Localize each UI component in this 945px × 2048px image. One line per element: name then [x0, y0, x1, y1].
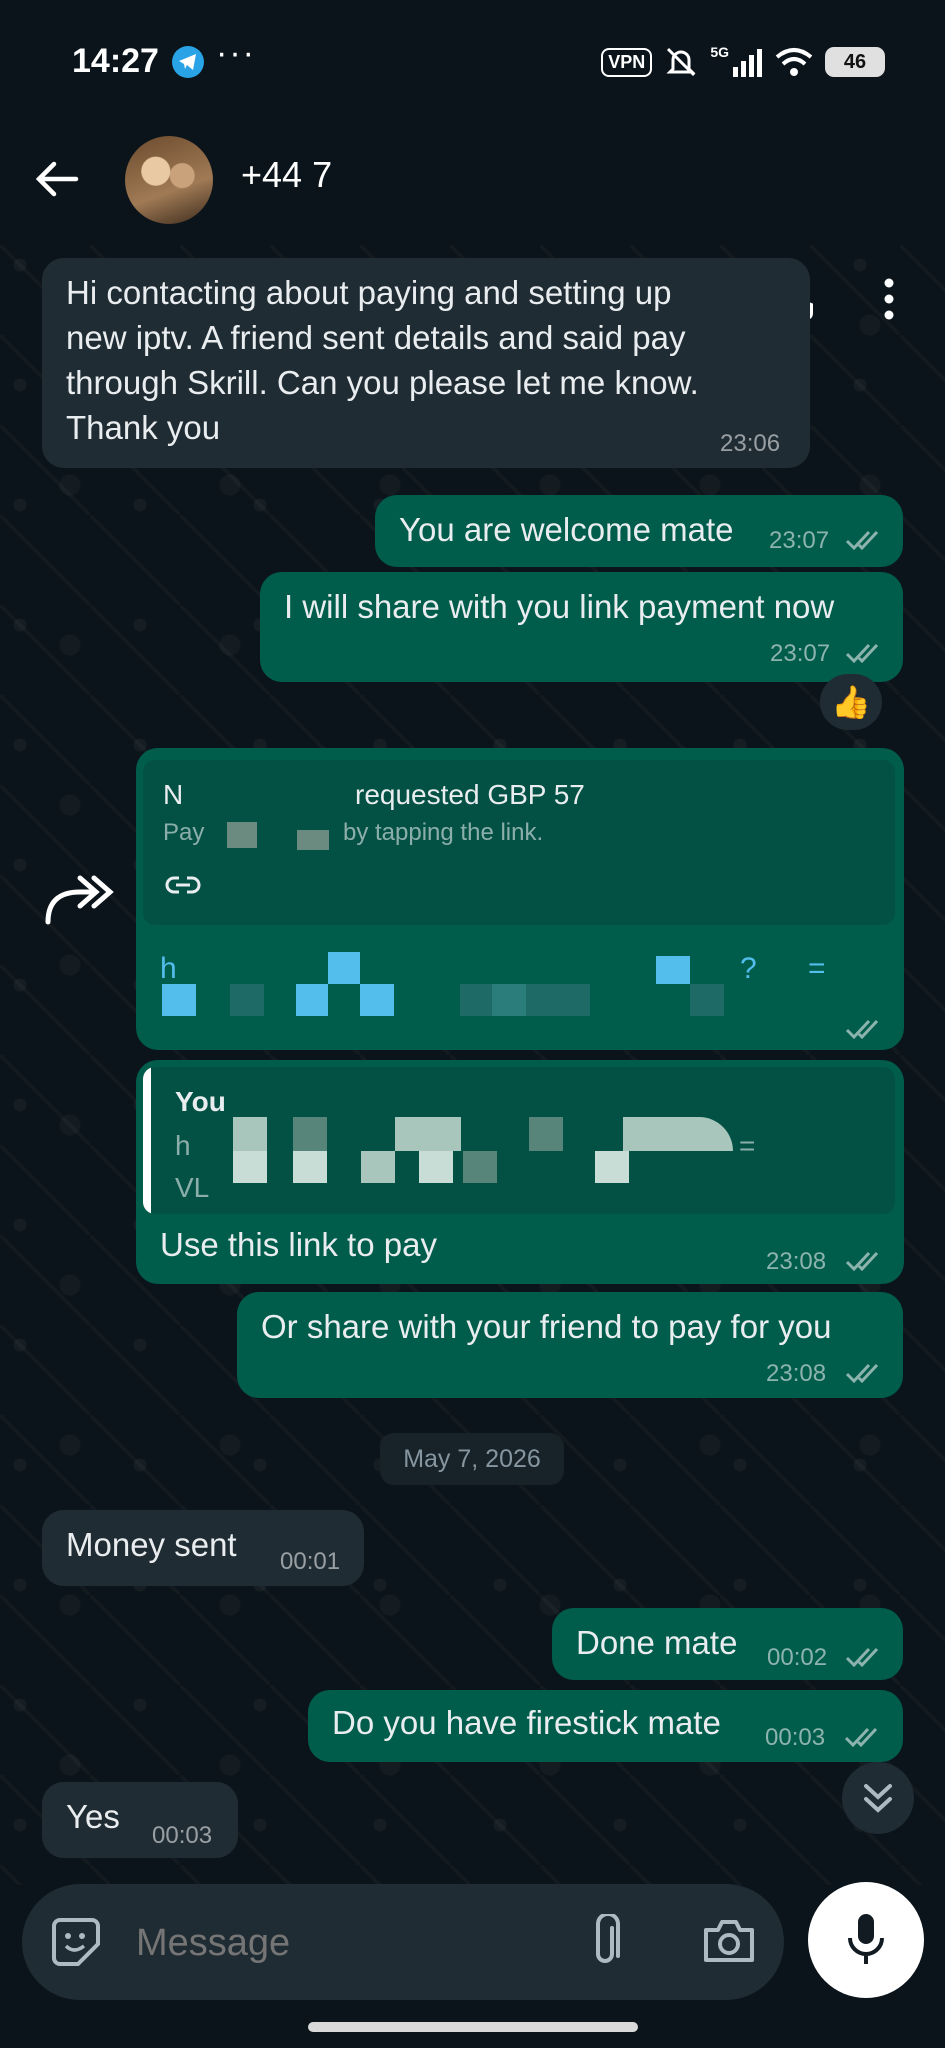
attach-icon[interactable] [590, 1914, 620, 1970]
signal-icon [733, 49, 762, 77]
sticker-emoji-icon[interactable] [50, 1916, 102, 1968]
message-time: 00:03 [152, 1822, 213, 1849]
link-icon [165, 876, 201, 894]
status-bar: 14:27 ··· VPN 5G 46 [0, 0, 945, 120]
message-text: Yes [66, 1798, 120, 1835]
message-input[interactable] [134, 1912, 578, 1974]
read-receipt-icon [845, 1251, 879, 1272]
payment-link-preview[interactable]: N requested GBP 57 Pay by tapping the li… [143, 760, 895, 925]
message-incoming[interactable]: Hi contacting about paying and setting u… [42, 258, 810, 468]
camera-icon[interactable] [702, 1918, 756, 1964]
date-separator: May 7, 2026 [380, 1433, 564, 1485]
message-outgoing[interactable]: Done mate 00:02 [552, 1608, 903, 1680]
message-text: Done mate [576, 1624, 738, 1661]
reaction-thumbs-up[interactable]: 👍 [820, 674, 882, 730]
message-composer [22, 1884, 784, 2000]
redaction-block [360, 984, 394, 1016]
mute-icon [666, 47, 696, 77]
redaction-block [529, 1117, 563, 1151]
status-time: 14:27 [72, 42, 159, 80]
message-text: Use this link to pay [160, 1226, 437, 1263]
redaction-block [233, 1151, 267, 1183]
redaction-block [690, 984, 724, 1016]
microphone-icon [848, 1914, 884, 1964]
redaction-block [361, 1151, 395, 1183]
redaction-block [162, 984, 196, 1016]
message-text: I will share with you link payment now [284, 588, 835, 625]
read-receipt-icon [845, 530, 879, 551]
message-time: 23:08 [766, 1248, 827, 1275]
forward-icon[interactable] [40, 870, 120, 930]
message-text: Money sent [66, 1526, 237, 1563]
message-text: You are welcome mate [399, 511, 734, 548]
read-receipt-icon [845, 1647, 879, 1668]
quote-line: VL [175, 1172, 210, 1203]
redaction-block [656, 956, 690, 984]
redaction-block [328, 952, 360, 984]
read-receipt-icon [845, 1363, 879, 1384]
message-text-line: new iptv. A friend sent details and said… [66, 319, 686, 356]
scroll-to-bottom-button[interactable] [842, 1762, 914, 1834]
message-text-line: Thank you [66, 409, 221, 446]
double-chevron-down-icon [864, 1784, 892, 1813]
battery-icon: 46 [825, 47, 885, 77]
redaction-block [419, 1151, 453, 1183]
message-incoming[interactable]: Money sent 00:01 [42, 1510, 364, 1586]
redaction-block [233, 1117, 267, 1151]
message-outgoing[interactable]: You are welcome mate 23:07 [375, 495, 903, 567]
redaction-block [463, 1151, 497, 1183]
payment-url-suffix[interactable]: ? [740, 946, 757, 991]
message-outgoing[interactable]: Do you have firestick mate 00:03 [308, 1690, 903, 1762]
redaction-block [293, 1151, 327, 1183]
back-arrow-icon[interactable] [34, 156, 80, 202]
quote-accent-bar [143, 1067, 151, 1214]
redaction-block [492, 984, 526, 1016]
message-time: 23:06 [720, 430, 781, 457]
quote-author: You [175, 1086, 226, 1117]
wifi-icon [775, 48, 813, 76]
read-receipt-icon [844, 1727, 878, 1748]
message-text-line: Hi contacting about paying and setting u… [66, 274, 672, 311]
quoted-message[interactable]: You h = VL [143, 1067, 895, 1214]
mic-button[interactable] [808, 1882, 924, 1998]
redaction-block [230, 984, 264, 1016]
payment-subtitle-prefix: Pay [163, 819, 205, 846]
read-receipt-icon [845, 1019, 879, 1040]
home-indicator [308, 2022, 638, 2032]
redaction-block [395, 1117, 461, 1151]
message-time: 23:07 [770, 640, 831, 667]
message-outgoing[interactable]: Or share with your friend to pay for you… [237, 1292, 903, 1398]
payment-url-end[interactable]: = [808, 946, 826, 991]
contact-name[interactable]: +44 7 [241, 154, 332, 196]
message-incoming[interactable]: Yes 00:03 [42, 1782, 238, 1858]
telegram-icon [172, 46, 204, 78]
message-outgoing[interactable]: I will share with you link payment now 2… [260, 572, 903, 682]
redaction-block [293, 1117, 327, 1151]
message-time: 23:08 [766, 1360, 827, 1387]
message-time: 23:07 [769, 527, 830, 554]
message-text: Do you have firestick mate [332, 1704, 721, 1741]
payment-subtitle: by tapping the link. [343, 819, 544, 846]
message-time: 00:03 [765, 1724, 826, 1751]
message-time: 00:01 [280, 1548, 341, 1575]
redaction-block [297, 830, 329, 850]
redaction-block [227, 822, 257, 848]
more-options-icon[interactable] [882, 278, 896, 320]
redaction-block [296, 984, 328, 1016]
quote-line-end: = [739, 1130, 756, 1161]
message-time: 00:02 [767, 1644, 828, 1671]
contact-avatar[interactable] [125, 136, 213, 224]
message-text-line: through Skrill. Can you please let me kn… [66, 364, 699, 401]
network-type: 5G [710, 44, 729, 60]
vpn-icon: VPN [601, 47, 653, 77]
status-icons: VPN 5G 46 [601, 44, 885, 80]
message-text: Or share with your friend to pay for you [261, 1308, 832, 1345]
quote-line: h [175, 1130, 191, 1161]
redaction-block [595, 1151, 629, 1183]
read-receipt-icon [845, 643, 879, 664]
redaction-block [623, 1117, 733, 1151]
more-notifications-icon: ··· [216, 34, 256, 72]
